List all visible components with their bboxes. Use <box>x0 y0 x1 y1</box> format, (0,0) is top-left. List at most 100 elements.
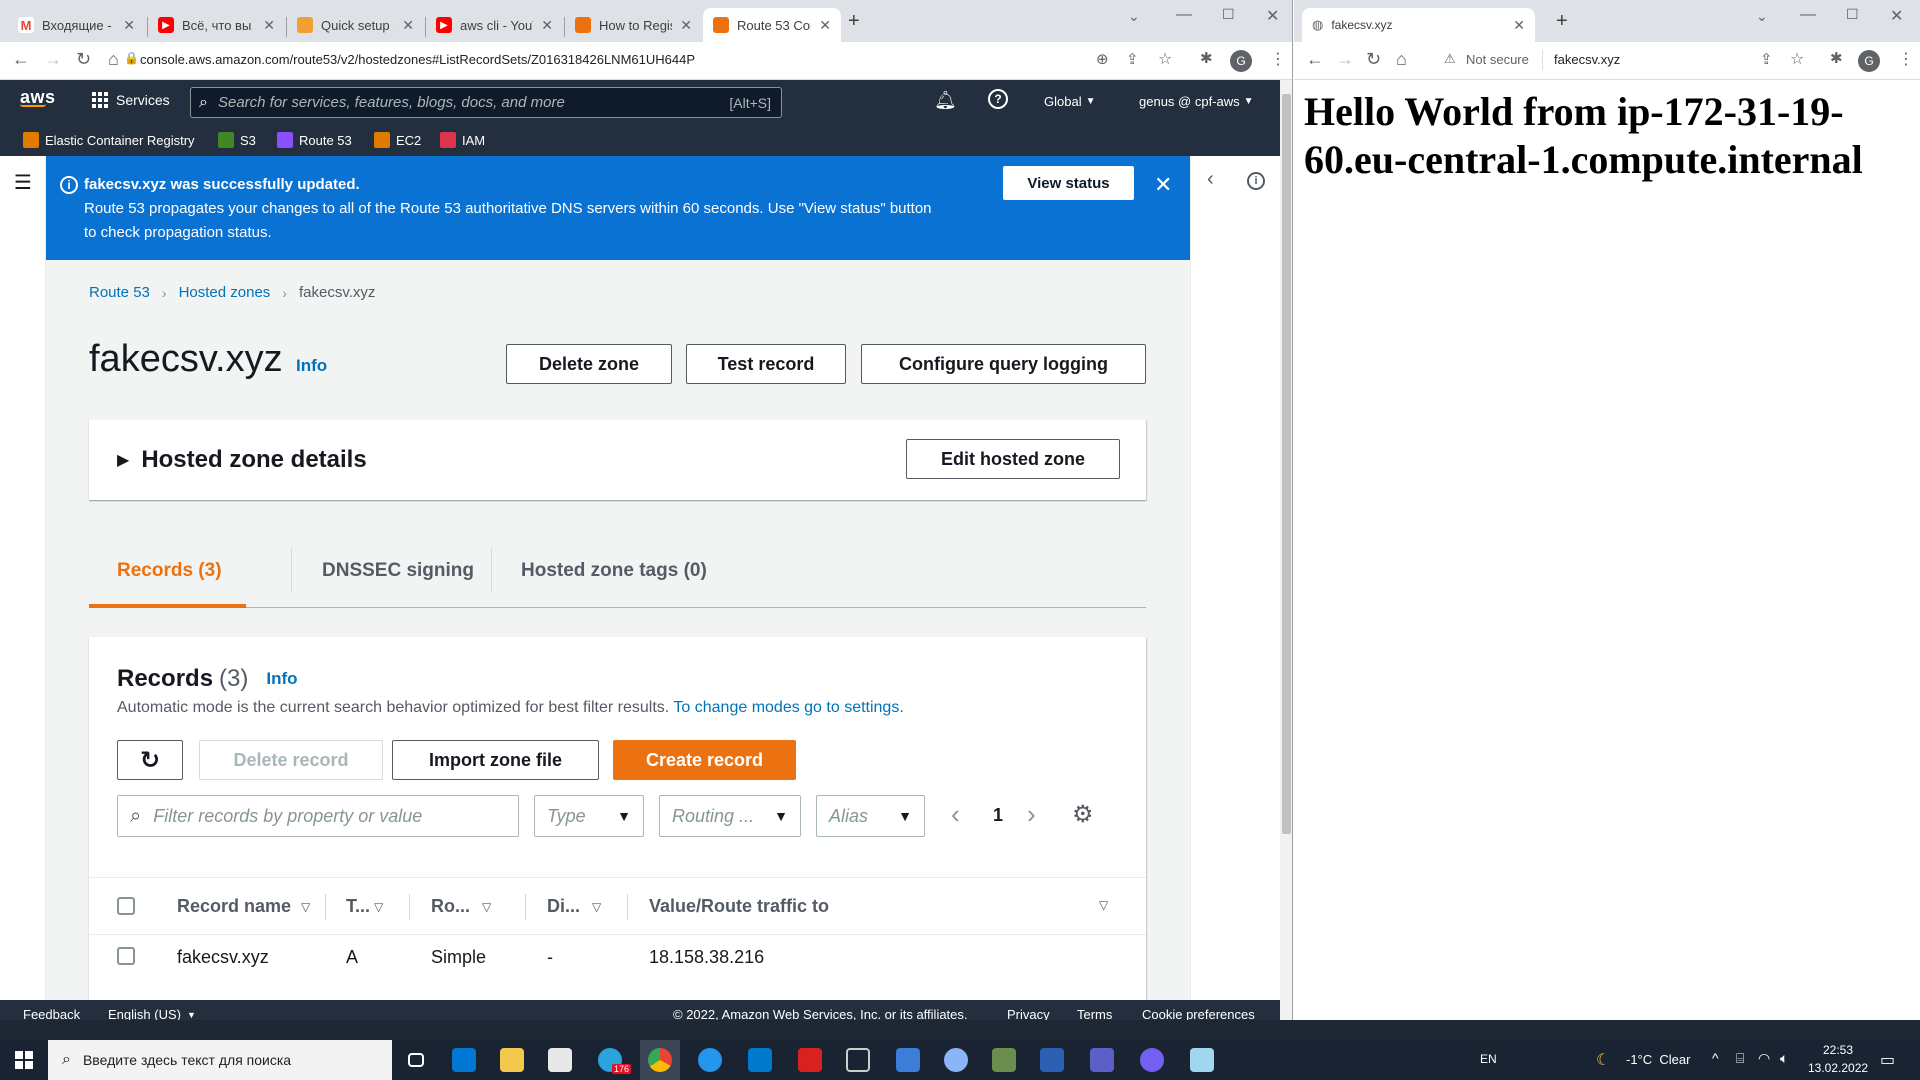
browser-tab-active[interactable]: ◍ fakecsv.xyz ✕ <box>1302 8 1535 42</box>
close-tab-icon[interactable]: ✕ <box>541 17 553 34</box>
edit-hosted-zone-button[interactable]: Edit hosted zone <box>906 439 1120 479</box>
close-tab-icon[interactable]: ✕ <box>680 17 692 34</box>
back-icon[interactable]: ← <box>12 49 30 70</box>
menu-kebab-icon[interactable]: ⋮ <box>1898 49 1914 69</box>
select-all-checkbox[interactable] <box>117 897 135 915</box>
reload-icon[interactable]: ↻ <box>1366 49 1381 70</box>
test-record-button[interactable]: Test record <box>686 344 846 384</box>
create-record-button[interactable]: Create record <box>613 740 796 780</box>
new-tab-icon[interactable]: + <box>848 10 860 33</box>
browser-tab[interactable]: M Входящие - gamolc ✕ <box>8 8 145 42</box>
col-routing[interactable]: Ro... ▽ <box>431 896 491 917</box>
maximize-icon[interactable]: ☐ <box>1846 6 1859 23</box>
scrollbar-thumb[interactable] <box>1282 94 1291 834</box>
store-app-icon[interactable] <box>540 1040 580 1080</box>
vscode-icon[interactable] <box>740 1040 780 1080</box>
delete-zone-button[interactable]: Delete zone <box>506 344 672 384</box>
tab-hosted-zone-tags[interactable]: Hosted zone tags (0) <box>521 560 707 582</box>
aws-logo[interactable]: aws <box>20 87 56 107</box>
profile-avatar[interactable]: G <box>1858 50 1880 72</box>
bookmark-star-icon[interactable]: ☆ <box>1158 49 1172 69</box>
viber-icon[interactable] <box>1132 1040 1172 1080</box>
records-info-link[interactable]: Info <box>266 669 297 689</box>
info-link[interactable]: Info <box>296 356 327 376</box>
share-icon[interactable]: ⇪ <box>1126 50 1139 68</box>
table-row[interactable]: fakecsv.xyz A Simple - 18.158.38.216 <box>89 935 1146 977</box>
volume-icon[interactable]: 🔈︎ <box>1780 1050 1788 1067</box>
configure-query-logging-button[interactable]: Configure query logging <box>861 344 1146 384</box>
taskbar-search-input[interactable]: ⌕ Введите здесь текст для поиска <box>48 1040 392 1080</box>
close-tab-icon[interactable]: ✕ <box>402 17 414 34</box>
minimize-icon[interactable]: — <box>1176 6 1192 24</box>
col-differentiator[interactable]: Di... ▽ <box>547 896 601 917</box>
new-tab-icon[interactable]: + <box>1556 10 1568 33</box>
tab-records[interactable]: Records (3) <box>117 560 222 582</box>
col-value[interactable]: Value/Route traffic to <box>649 896 829 917</box>
collapse-panel-icon[interactable]: ‹ <box>1207 168 1214 191</box>
zoom-icon[interactable]: ⊕ <box>1096 50 1109 68</box>
view-status-button[interactable]: View status <box>1003 166 1134 200</box>
row-checkbox[interactable] <box>117 947 135 965</box>
telegram-icon[interactable] <box>590 1040 630 1080</box>
paint-icon[interactable] <box>936 1040 976 1080</box>
delete-record-button[interactable]: Delete record <box>199 740 383 780</box>
page-number[interactable]: 1 <box>993 805 1003 826</box>
profile-avatar[interactable]: G <box>1230 50 1252 72</box>
start-windows-icon[interactable] <box>4 1040 44 1080</box>
alias-select[interactable]: Alias ▼ <box>816 795 925 837</box>
notifications-icon[interactable]: ▭ <box>1880 1050 1895 1070</box>
dismiss-close-icon[interactable]: ✕ <box>1154 172 1172 198</box>
browser-tab[interactable]: ▶ aws cli - YouTube ✕ <box>426 8 563 42</box>
region-selector[interactable]: Global ▼ <box>1044 94 1095 109</box>
wifi-icon[interactable]: ◠ <box>1758 1050 1770 1067</box>
tab-search-icon[interactable]: ⌄ <box>1756 8 1768 25</box>
close-window-icon[interactable]: ✕ <box>1266 6 1279 26</box>
photos-icon[interactable] <box>888 1040 928 1080</box>
mail-app-icon[interactable] <box>444 1040 484 1080</box>
teams-icon[interactable] <box>1082 1040 1122 1080</box>
virtualbox-icon[interactable] <box>838 1040 878 1080</box>
warning-icon[interactable]: ⚠ <box>1444 51 1456 67</box>
file-explorer-icon[interactable] <box>492 1040 532 1080</box>
url-text[interactable]: console.aws.amazon.com/route53/v2/hosted… <box>140 52 695 67</box>
browser-tab-active[interactable]: Route 53 Console H ✕ <box>703 8 841 42</box>
close-tab-icon[interactable]: ✕ <box>123 17 135 34</box>
bookmark-star-icon[interactable]: ☆ <box>1790 49 1804 69</box>
powershell-icon[interactable] <box>1032 1040 1072 1080</box>
lock-icon[interactable]: 🔒 <box>124 51 139 65</box>
extensions-icon[interactable]: ✱ <box>1200 49 1213 67</box>
breadcrumb-route53[interactable]: Route 53 <box>89 284 150 301</box>
refresh-button[interactable]: ↻ <box>117 740 183 780</box>
browser-tab[interactable]: ▶ Всё, что вы хотели ✕ <box>148 8 285 42</box>
settings-link[interactable]: To change modes go to settings. <box>673 699 903 716</box>
browser-tab[interactable]: Quick setup - AWS ✕ <box>287 8 424 42</box>
favorite-ecr[interactable]: Elastic Container Registry <box>23 132 195 148</box>
account-menu[interactable]: genus @ cpf-aws ▼ <box>1139 94 1254 109</box>
tab-dnssec-signing[interactable]: DNSSEC signing <box>322 560 474 582</box>
favorite-ec2[interactable]: EC2 <box>374 132 421 148</box>
next-page-icon[interactable]: › <box>1027 799 1036 830</box>
close-tab-icon[interactable]: ✕ <box>819 17 831 34</box>
moon-weather-icon[interactable]: ☾ <box>1596 1050 1610 1070</box>
info-panel-icon[interactable]: i <box>1247 172 1265 190</box>
favorite-iam[interactable]: IAM <box>440 132 485 148</box>
task-view-icon[interactable] <box>396 1040 436 1080</box>
menu-kebab-icon[interactable]: ⋮ <box>1270 49 1286 69</box>
forward-icon[interactable]: → <box>44 49 62 70</box>
forward-icon[interactable]: → <box>1336 49 1354 70</box>
back-icon[interactable]: ← <box>1306 49 1324 70</box>
prev-page-icon[interactable]: ‹ <box>951 799 960 830</box>
close-tab-icon[interactable]: ✕ <box>263 17 275 34</box>
col-record-name[interactable]: Record name ▽ <box>177 896 310 917</box>
reload-icon[interactable]: ↻ <box>76 49 91 70</box>
acrobat-icon[interactable] <box>790 1040 830 1080</box>
hosted-zone-details-toggle[interactable]: ▶ Hosted zone details <box>117 446 367 474</box>
favorite-route53[interactable]: Route 53 <box>277 132 352 148</box>
routing-select[interactable]: Routing ... ▼ <box>659 795 801 837</box>
sort-caret-icon[interactable]: ▽ <box>1099 898 1108 912</box>
tab-search-icon[interactable]: ⌄ <box>1128 8 1140 25</box>
aws-search-input[interactable]: ⌕ Search for services, features, blogs, … <box>190 87 782 118</box>
home-icon[interactable]: ⌂ <box>108 49 119 70</box>
image-viewer-icon[interactable] <box>984 1040 1024 1080</box>
hamburger-menu-icon[interactable]: ☰ <box>14 170 32 195</box>
